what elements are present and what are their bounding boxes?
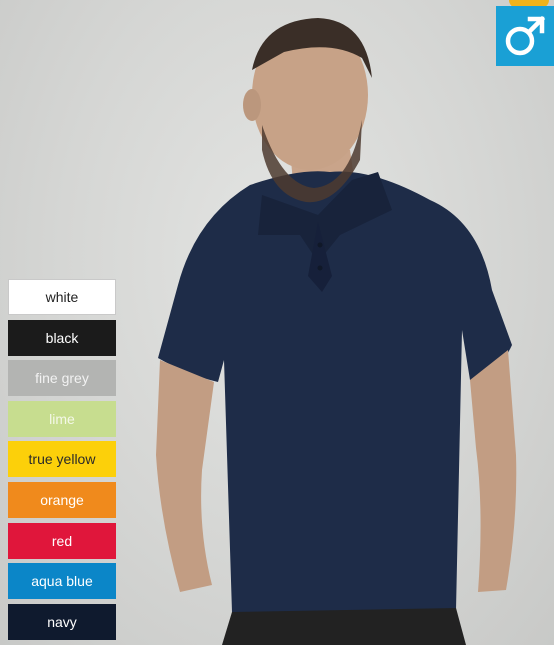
color-swatch-white[interactable]: white xyxy=(8,279,116,315)
color-swatch-red[interactable]: red xyxy=(8,522,116,559)
color-swatch-lime[interactable]: lime xyxy=(8,400,116,437)
color-swatch-navy[interactable]: navy xyxy=(8,603,116,640)
color-swatch-list: white black fine grey lime true yellow orange… xyxy=(8,279,116,644)
male-symbol-icon xyxy=(496,6,554,66)
color-swatch-black[interactable]: black xyxy=(8,319,116,356)
color-swatch-aqua-blue[interactable]: aqua blue xyxy=(8,563,116,600)
color-swatch-true-yellow[interactable]: true yellow xyxy=(8,441,116,478)
color-swatch-fine-grey[interactable]: fine grey xyxy=(8,360,116,397)
color-swatch-orange[interactable]: orange xyxy=(8,481,116,518)
